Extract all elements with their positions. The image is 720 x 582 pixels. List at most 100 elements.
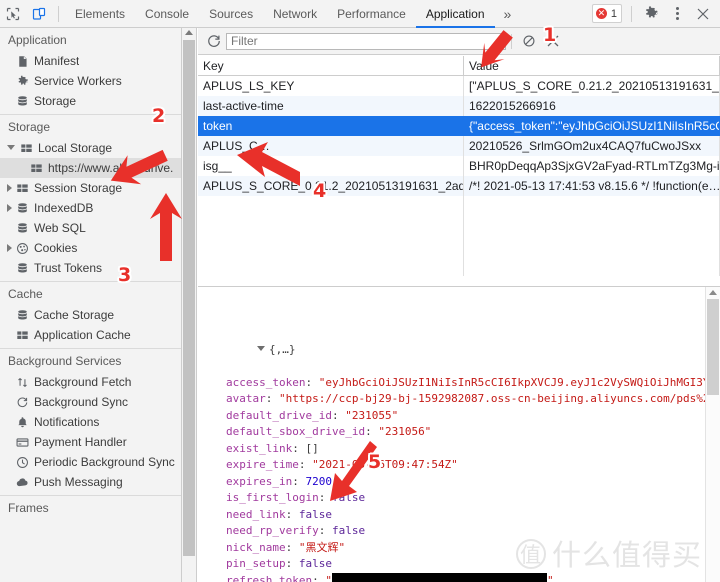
- error-icon: ✕: [595, 8, 607, 19]
- sidebar-item-periodic-background-sync[interactable]: Periodic Background Sync: [0, 452, 181, 472]
- delete-selected-icon[interactable]: [541, 29, 565, 53]
- toolbar-divider-2: [631, 5, 632, 22]
- sidebar-item-local-storage[interactable]: Local Storage: [0, 138, 181, 158]
- column-header-key[interactable]: Key: [198, 56, 464, 76]
- filter-input[interactable]: [226, 32, 506, 50]
- preview-property-name: pin_setup: [226, 557, 286, 570]
- preview-property-value: false: [331, 491, 366, 504]
- sidebar-item-application-cache[interactable]: Application Cache: [0, 325, 181, 345]
- preview-property-name: is_first_login: [226, 491, 319, 504]
- tab-elements[interactable]: Elements: [65, 0, 135, 28]
- preview-property-value: false: [331, 524, 366, 537]
- table-row[interactable]: last-active-time 1622015266916: [198, 96, 720, 116]
- expand-toggle-icon[interactable]: [256, 345, 265, 351]
- preview-line: is_first_login: false: [204, 490, 720, 507]
- table-cell-key[interactable]: token: [198, 116, 464, 136]
- kebab-menu-icon[interactable]: [664, 1, 690, 27]
- more-tabs-icon[interactable]: »: [495, 0, 521, 28]
- column-header-value[interactable]: Value: [463, 56, 720, 76]
- inspect-element-icon[interactable]: [0, 1, 26, 27]
- sidebar-item-trust-tokens[interactable]: Trust Tokens: [0, 258, 181, 278]
- table-row[interactable]: APLUS_LS_KEY ["APLUS_S_CORE_0.21.2_202105…: [198, 75, 720, 96]
- error-badge[interactable]: ✕ 1: [591, 4, 622, 23]
- sidebar-item-notifications[interactable]: Notifications: [0, 412, 181, 432]
- table-cell-value[interactable]: 20210526_SrlmGOm2ux4CAQ7fuCwoJSxx: [463, 136, 720, 156]
- clear-all-icon[interactable]: [517, 29, 541, 53]
- table-empty-cell: [463, 196, 720, 216]
- redacted-value: [331, 572, 547, 582]
- preview-colon: :: [318, 491, 332, 504]
- table-icon: [29, 161, 43, 175]
- bell-icon: [15, 415, 29, 429]
- database-icon: [15, 94, 29, 108]
- scroll-up-arrow-icon[interactable]: [185, 30, 193, 35]
- table-row[interactable]: token {"access_token":"eyJhbGciOiJSUzI1Ni…: [198, 116, 720, 136]
- sidebar-item-cookies[interactable]: Cookies: [0, 238, 181, 258]
- preview-property-value: 7200: [305, 474, 332, 488]
- table-cell-key[interactable]: APLUS_LS_KEY: [198, 75, 464, 96]
- preview-scroll-thumb[interactable]: [707, 299, 719, 395]
- preview-property-name: refresh_token: [226, 573, 313, 582]
- sidebar-item-web-sql[interactable]: Web SQL: [0, 218, 181, 238]
- preview-line: default_sbox_drive_id: "231056": [204, 424, 720, 441]
- sidebar-item-background-sync[interactable]: Background Sync: [0, 392, 181, 412]
- tab-performance[interactable]: Performance: [327, 0, 416, 28]
- preview-line: access_token: "eyJhbGciOiJSUzI1NiIsInR5c…: [204, 375, 720, 392]
- table-row[interactable]: APLUS_C… 20210526_SrlmGOm2ux4CAQ7fuCwoJSx…: [198, 136, 720, 156]
- table-empty-cell: [463, 256, 720, 276]
- device-toolbar-icon[interactable]: [26, 1, 52, 27]
- gear-icon[interactable]: [638, 1, 664, 27]
- chevron-right-icon[interactable]: [7, 184, 12, 192]
- table-cell-value[interactable]: ["APLUS_S_CORE_0.21.2_20210513191631_2a…: [463, 75, 720, 96]
- preview-scrollbar[interactable]: [705, 287, 720, 582]
- table-cell-value[interactable]: 1622015266916: [463, 96, 720, 116]
- preview-property-name: need_link: [226, 507, 286, 521]
- toolbar-right-group: ✕ 1: [591, 1, 720, 27]
- table-cell-value[interactable]: {"access_token":"eyJhbGciOiJSUzI1NiIsInR…: [463, 116, 720, 136]
- sidebar-item-service-workers[interactable]: Service Workers: [0, 71, 181, 91]
- refresh-icon[interactable]: [202, 29, 226, 53]
- sidebar-item-payment-handler[interactable]: Payment Handler: [0, 432, 181, 452]
- preview-quote: ": [325, 573, 332, 582]
- table-cell-key[interactable]: last-active-time: [198, 96, 464, 116]
- sidebar-scrollbar[interactable]: [182, 28, 197, 582]
- sidebar-item-indexeddb[interactable]: IndexedDB: [0, 198, 181, 218]
- sidebar-item-storage[interactable]: Storage: [0, 91, 181, 111]
- tab-sources[interactable]: Sources: [199, 0, 263, 28]
- table-cell-key[interactable]: APLUS_C…: [198, 136, 464, 156]
- table-row[interactable]: APLUS_S_CORE_0.21.2_20210513191631_2ad… /…: [198, 176, 720, 196]
- panel-tabs: Elements Console Sources Network Perform…: [65, 0, 520, 28]
- sidebar-item-label: Notifications: [34, 415, 100, 429]
- table-empty-cell: [198, 196, 464, 216]
- table-cell-key[interactable]: isg__: [198, 156, 464, 176]
- preview-scroll-up-icon[interactable]: [709, 290, 717, 295]
- sidebar-scroll-thumb[interactable]: [183, 40, 195, 556]
- sidebar-item-label: Service Workers: [34, 74, 122, 88]
- chevron-down-icon[interactable]: [7, 144, 15, 154]
- sidebar-item-session-storage[interactable]: Session Storage: [0, 178, 181, 198]
- sidebar-item-cache-storage[interactable]: Cache Storage: [0, 305, 181, 325]
- preview-property-value: false: [298, 557, 332, 570]
- chevron-right-icon[interactable]: [7, 244, 12, 252]
- table-row[interactable]: isg__ BHR0pDeqqAp3SjxGV2aFyad-RTLmTZg3Mg-…: [198, 156, 720, 176]
- sidebar-item-background-fetch[interactable]: Background Fetch: [0, 372, 181, 392]
- chevron-right-icon[interactable]: [7, 204, 12, 212]
- table-cell-value[interactable]: /*! 2021-05-13 17:41:53 v8.15.6 */ !func…: [463, 176, 720, 196]
- preview-property-name: default_drive_id: [226, 408, 332, 422]
- preview-line: refresh_token: " ": [204, 572, 720, 582]
- sidebar-item-https-www-aliyundrive[interactable]: https://www.aliyundrive.: [0, 158, 181, 178]
- tab-application[interactable]: Application: [415, 0, 495, 28]
- tab-network[interactable]: Network: [263, 0, 327, 28]
- sidebar-item-label: Session Storage: [34, 181, 123, 195]
- sidebar-item-manifest[interactable]: Manifest: [0, 51, 181, 71]
- table-cell-value[interactable]: BHR0pDeqqAp3SjxGV2aFyad-RTLmTZg3Mg-i…: [463, 156, 720, 176]
- sidebar-item-push-messaging[interactable]: Push Messaging: [0, 472, 181, 492]
- table-cell-key[interactable]: APLUS_S_CORE_0.21.2_20210513191631_2ad…: [198, 176, 464, 196]
- tab-console[interactable]: Console: [135, 0, 199, 28]
- close-icon[interactable]: [690, 1, 716, 27]
